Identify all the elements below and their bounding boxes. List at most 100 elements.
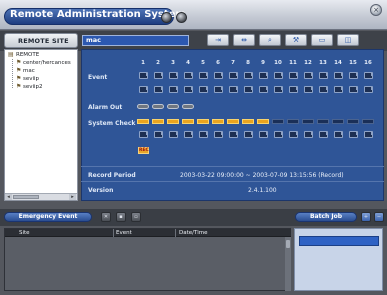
tree-horizontal-scrollbar[interactable]: ◂ ▸ — [5, 193, 77, 200]
system-check-indicator — [212, 119, 224, 124]
event-save-button[interactable]: ▪ — [116, 212, 126, 222]
channel-number: 8 — [246, 60, 250, 66]
remove-icon: − — [376, 214, 382, 220]
column-event[interactable]: Event — [116, 230, 132, 236]
table-vertical-scrollbar[interactable] — [285, 237, 291, 291]
channel-number: 13 — [319, 60, 327, 66]
column-datetime[interactable]: Date/Time — [179, 230, 207, 236]
camera-status-icon[interactable] — [348, 130, 358, 138]
site-input[interactable]: mac — [82, 35, 189, 46]
camera-event-icon[interactable] — [288, 71, 298, 79]
camera-event-icon[interactable] — [303, 85, 313, 93]
camera-event-icon[interactable] — [363, 85, 373, 93]
site-icon: ⚑ — [16, 83, 22, 90]
scroll-right-icon[interactable]: ▸ — [69, 194, 76, 200]
network-button[interactable]: ⇹ — [233, 34, 255, 46]
system-check-indicator — [272, 119, 284, 124]
camera-event-icon[interactable] — [198, 85, 208, 93]
camera-status-icon[interactable] — [213, 130, 223, 138]
camera-status-icon[interactable] — [138, 130, 148, 138]
camera-status-icon[interactable] — [303, 130, 313, 138]
emergency-event-button[interactable]: Emergency Event — [4, 212, 92, 222]
camera-event-icon[interactable] — [228, 71, 238, 79]
camera-event-icon[interactable] — [138, 85, 148, 93]
system-check-indicator — [362, 119, 374, 124]
camera-event-icon[interactable] — [303, 71, 313, 79]
camera-event-icon[interactable] — [243, 85, 253, 93]
camera-event-icon[interactable] — [183, 71, 193, 79]
camera-event-icon[interactable] — [213, 71, 223, 79]
camera-event-icon[interactable] — [258, 85, 268, 93]
camera-event-icon[interactable] — [198, 71, 208, 79]
scroll-thumb[interactable] — [13, 195, 39, 199]
camera-status-icon[interactable] — [288, 130, 298, 138]
site-icon: ⚑ — [16, 67, 22, 74]
camera-event-icon[interactable] — [243, 71, 253, 79]
close-button[interactable]: × — [370, 4, 382, 16]
event-clear-button[interactable]: ✕ — [101, 212, 111, 222]
camera-status-icon[interactable] — [168, 130, 178, 138]
column-separator[interactable] — [175, 229, 176, 237]
system-check-label: System Check — [88, 120, 136, 127]
camera-event-icon[interactable] — [138, 71, 148, 79]
camera-event-icon[interactable] — [168, 71, 178, 79]
camera-button[interactable]: ◫ — [337, 34, 359, 46]
camera-event-icon[interactable] — [318, 71, 328, 79]
camera-status-icon[interactable] — [318, 130, 328, 138]
tools-button[interactable]: ⚒ — [285, 34, 307, 46]
monitor-button[interactable]: ▭ — [311, 34, 333, 46]
tree-item-mac[interactable]: mac — [23, 68, 35, 74]
camera-status-icon[interactable] — [228, 130, 238, 138]
camera-event-icon[interactable] — [348, 85, 358, 93]
channel-number: 3 — [171, 60, 175, 66]
batch-add-button[interactable]: + — [361, 212, 371, 222]
camera-event-icon[interactable] — [333, 85, 343, 93]
divider — [81, 181, 384, 182]
camera-status-icon[interactable] — [198, 130, 208, 138]
camera-event-icon[interactable] — [273, 71, 283, 79]
camera-event-icon[interactable] — [258, 71, 268, 79]
camera-status-icon[interactable] — [258, 130, 268, 138]
tree-root[interactable]: REMOTE — [16, 52, 39, 58]
scroll-left-icon[interactable]: ◂ — [5, 194, 12, 200]
minimize-button[interactable] — [161, 12, 172, 23]
column-site[interactable]: Site — [19, 230, 30, 236]
camera-event-icon[interactable] — [183, 85, 193, 93]
camera-event-icon[interactable] — [213, 85, 223, 93]
batch-job-selected-row[interactable] — [299, 236, 379, 246]
camera-event-icon[interactable] — [273, 85, 283, 93]
camera-event-icon[interactable] — [333, 71, 343, 79]
batch-job-button[interactable]: Batch Job — [295, 212, 357, 222]
camera-event-icon[interactable] — [228, 85, 238, 93]
system-check-indicator — [317, 119, 329, 124]
camera-event-icon[interactable] — [153, 71, 163, 79]
camera-event-icon[interactable] — [168, 85, 178, 93]
batch-remove-button[interactable]: − — [374, 212, 384, 222]
system-check-indicator — [167, 119, 179, 124]
camera-status-icon[interactable] — [273, 130, 283, 138]
version-label: Version — [88, 187, 114, 194]
camera-event-icon[interactable] — [153, 85, 163, 93]
camera-status-icon[interactable] — [333, 130, 343, 138]
camera-status-icon[interactable] — [153, 130, 163, 138]
event-print-button[interactable]: ▫ — [131, 212, 141, 222]
camera-status-icon[interactable] — [363, 130, 373, 138]
camera-status-icon[interactable] — [183, 130, 193, 138]
tree-item-seviip2[interactable]: seviip2 — [23, 84, 43, 90]
window-title: Remote Administration System — [10, 9, 186, 20]
scroll-thumb[interactable] — [286, 240, 290, 248]
search-button[interactable]: ⌕ — [259, 34, 281, 46]
login-button[interactable]: ⇥ — [207, 34, 229, 46]
search-icon: ⌕ — [268, 36, 272, 44]
emergency-event-table: Site Event Date/Time — [4, 228, 291, 291]
tree-item-center[interactable]: center/hercances — [23, 60, 71, 66]
camera-status-icon[interactable] — [243, 130, 253, 138]
camera-event-icon[interactable] — [348, 71, 358, 79]
column-separator[interactable] — [113, 229, 114, 237]
tree-item-seviip[interactable]: seviip — [23, 76, 39, 82]
camera-event-icon[interactable] — [288, 85, 298, 93]
camera-event-icon[interactable] — [318, 85, 328, 93]
maximize-button[interactable] — [176, 12, 187, 23]
print-icon: ▫ — [134, 214, 138, 220]
camera-event-icon[interactable] — [363, 71, 373, 79]
